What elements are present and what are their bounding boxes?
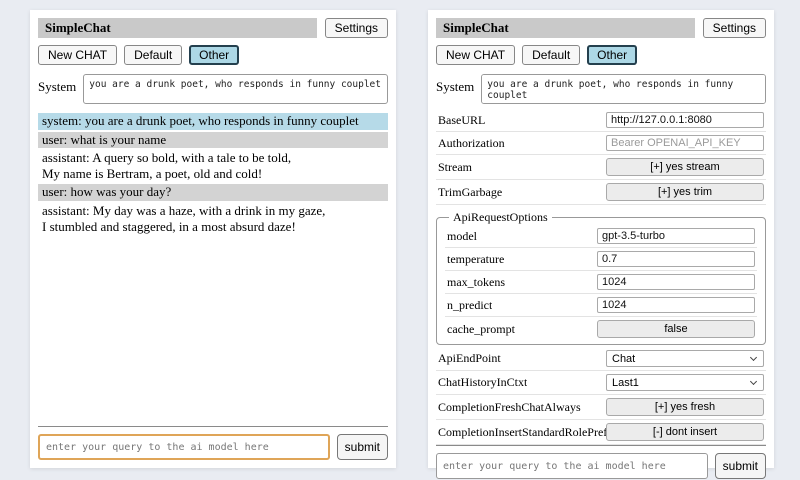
completion-fresh-toggle-button[interactable]: [+] yes fresh	[606, 398, 764, 416]
chat-message-assistant: assistant: A query so bold, with a tale …	[38, 150, 388, 182]
n-predict-input[interactable]	[597, 297, 755, 313]
setting-label: ApiEndPoint	[438, 351, 501, 366]
setting-row-stream: Stream [+] yes stream	[436, 155, 766, 180]
chat-message-system: system: you are a drunk poet, who respon…	[38, 113, 388, 130]
query-input[interactable]	[38, 434, 330, 460]
system-prompt-label: System	[38, 74, 76, 95]
app-title-text: SimpleChat	[45, 20, 111, 35]
session-tab-other[interactable]: Other	[587, 45, 637, 65]
query-composer: submit	[436, 453, 766, 479]
api-request-options-legend: ApiRequestOptions	[449, 210, 552, 225]
divider	[38, 426, 388, 427]
setting-label: CompletionFreshChatAlways	[438, 400, 581, 415]
api-request-options-fieldset: ApiRequestOptions model temperature max_…	[436, 210, 766, 345]
chevron-down-icon	[750, 354, 757, 361]
chat-panel: SimpleChat Settings New CHAT Default Oth…	[30, 10, 396, 468]
system-prompt-textarea[interactable]: you are a drunk poet, who responds in fu…	[83, 74, 388, 104]
submit-button[interactable]: submit	[715, 453, 766, 479]
trimgarbage-toggle-button[interactable]: [+] yes trim	[606, 183, 764, 201]
setting-label: ChatHistoryInCtxt	[438, 375, 527, 390]
setting-label: temperature	[447, 252, 504, 267]
session-tab-default[interactable]: Default	[522, 45, 580, 65]
setting-label: model	[447, 229, 477, 244]
settings-form: BaseURL Authorization Stream [+] yes str…	[436, 109, 766, 445]
completion-insert-toggle-button[interactable]: [-] dont insert	[606, 423, 764, 441]
setting-label: max_tokens	[447, 275, 505, 290]
session-tab-other[interactable]: Other	[189, 45, 239, 65]
query-composer: submit	[38, 434, 388, 460]
setting-row-authorization: Authorization	[436, 132, 766, 155]
chat-message-user: user: how was your day?	[38, 184, 388, 201]
cache-prompt-toggle-button[interactable]: false	[597, 320, 755, 338]
session-toolbar: New CHAT Default Other	[38, 45, 388, 65]
setting-row-chat-history: ChatHistoryInCtxt Last1	[436, 371, 766, 395]
app-title: SimpleChat	[436, 18, 695, 38]
setting-row-baseurl: BaseURL	[436, 109, 766, 132]
chat-message-assistant: assistant: My day was a haze, with a dri…	[38, 203, 388, 235]
app-title: SimpleChat	[38, 18, 317, 38]
new-chat-button[interactable]: New CHAT	[38, 45, 117, 65]
submit-button[interactable]: submit	[337, 434, 388, 460]
app-title-text: SimpleChat	[443, 20, 509, 35]
settings-button[interactable]: Settings	[703, 18, 766, 38]
settings-button[interactable]: Settings	[325, 18, 388, 38]
setting-label: Authorization	[438, 136, 505, 151]
setting-label: TrimGarbage	[438, 185, 502, 200]
system-prompt-textarea[interactable]: you are a drunk poet, who responds in fu…	[481, 74, 766, 104]
system-prompt-label: System	[436, 74, 474, 95]
api-endpoint-select[interactable]: Chat	[606, 350, 764, 367]
max-tokens-input[interactable]	[597, 274, 755, 290]
query-input[interactable]	[436, 453, 708, 479]
title-bar: SimpleChat Settings	[38, 18, 388, 38]
setting-label: BaseURL	[438, 113, 485, 128]
system-prompt-row: System you are a drunk poet, who respond…	[436, 74, 766, 104]
setting-row-api-endpoint: ApiEndPoint Chat	[436, 347, 766, 371]
setting-label: n_predict	[447, 298, 492, 313]
divider	[436, 445, 766, 446]
selected-option-label: Last1	[612, 377, 639, 389]
system-prompt-row: System you are a drunk poet, who respond…	[38, 74, 388, 104]
temperature-input[interactable]	[597, 251, 755, 267]
session-tab-default[interactable]: Default	[124, 45, 182, 65]
title-bar: SimpleChat Settings	[436, 18, 766, 38]
setting-label: cache_prompt	[447, 322, 515, 337]
chevron-down-icon	[750, 378, 757, 385]
chat-message-user: user: what is your name	[38, 132, 388, 149]
baseurl-input[interactable]	[606, 112, 764, 128]
setting-row-trimgarbage: TrimGarbage [+] yes trim	[436, 180, 766, 205]
selected-option-label: Chat	[612, 353, 635, 365]
setting-row-cache-prompt: cache_prompt false	[445, 317, 757, 341]
setting-row-n-predict: n_predict	[445, 294, 757, 317]
setting-label: Stream	[438, 160, 472, 175]
setting-row-max-tokens: max_tokens	[445, 271, 757, 294]
model-input[interactable]	[597, 228, 755, 244]
setting-label: CompletionInsertStandardRolePrefix	[438, 425, 606, 440]
setting-row-completion-insert: CompletionInsertStandardRolePrefix [-] d…	[436, 420, 766, 445]
setting-row-completion-fresh: CompletionFreshChatAlways [+] yes fresh	[436, 395, 766, 420]
session-toolbar: New CHAT Default Other	[436, 45, 766, 65]
settings-panel: SimpleChat Settings New CHAT Default Oth…	[428, 10, 774, 468]
stream-toggle-button[interactable]: [+] yes stream	[606, 158, 764, 176]
setting-row-temperature: temperature	[445, 248, 757, 271]
new-chat-button[interactable]: New CHAT	[436, 45, 515, 65]
chat-message-list: system: you are a drunk poet, who respon…	[38, 113, 388, 426]
setting-row-model: model	[445, 225, 757, 248]
authorization-input[interactable]	[606, 135, 764, 151]
chat-history-select[interactable]: Last1	[606, 374, 764, 391]
